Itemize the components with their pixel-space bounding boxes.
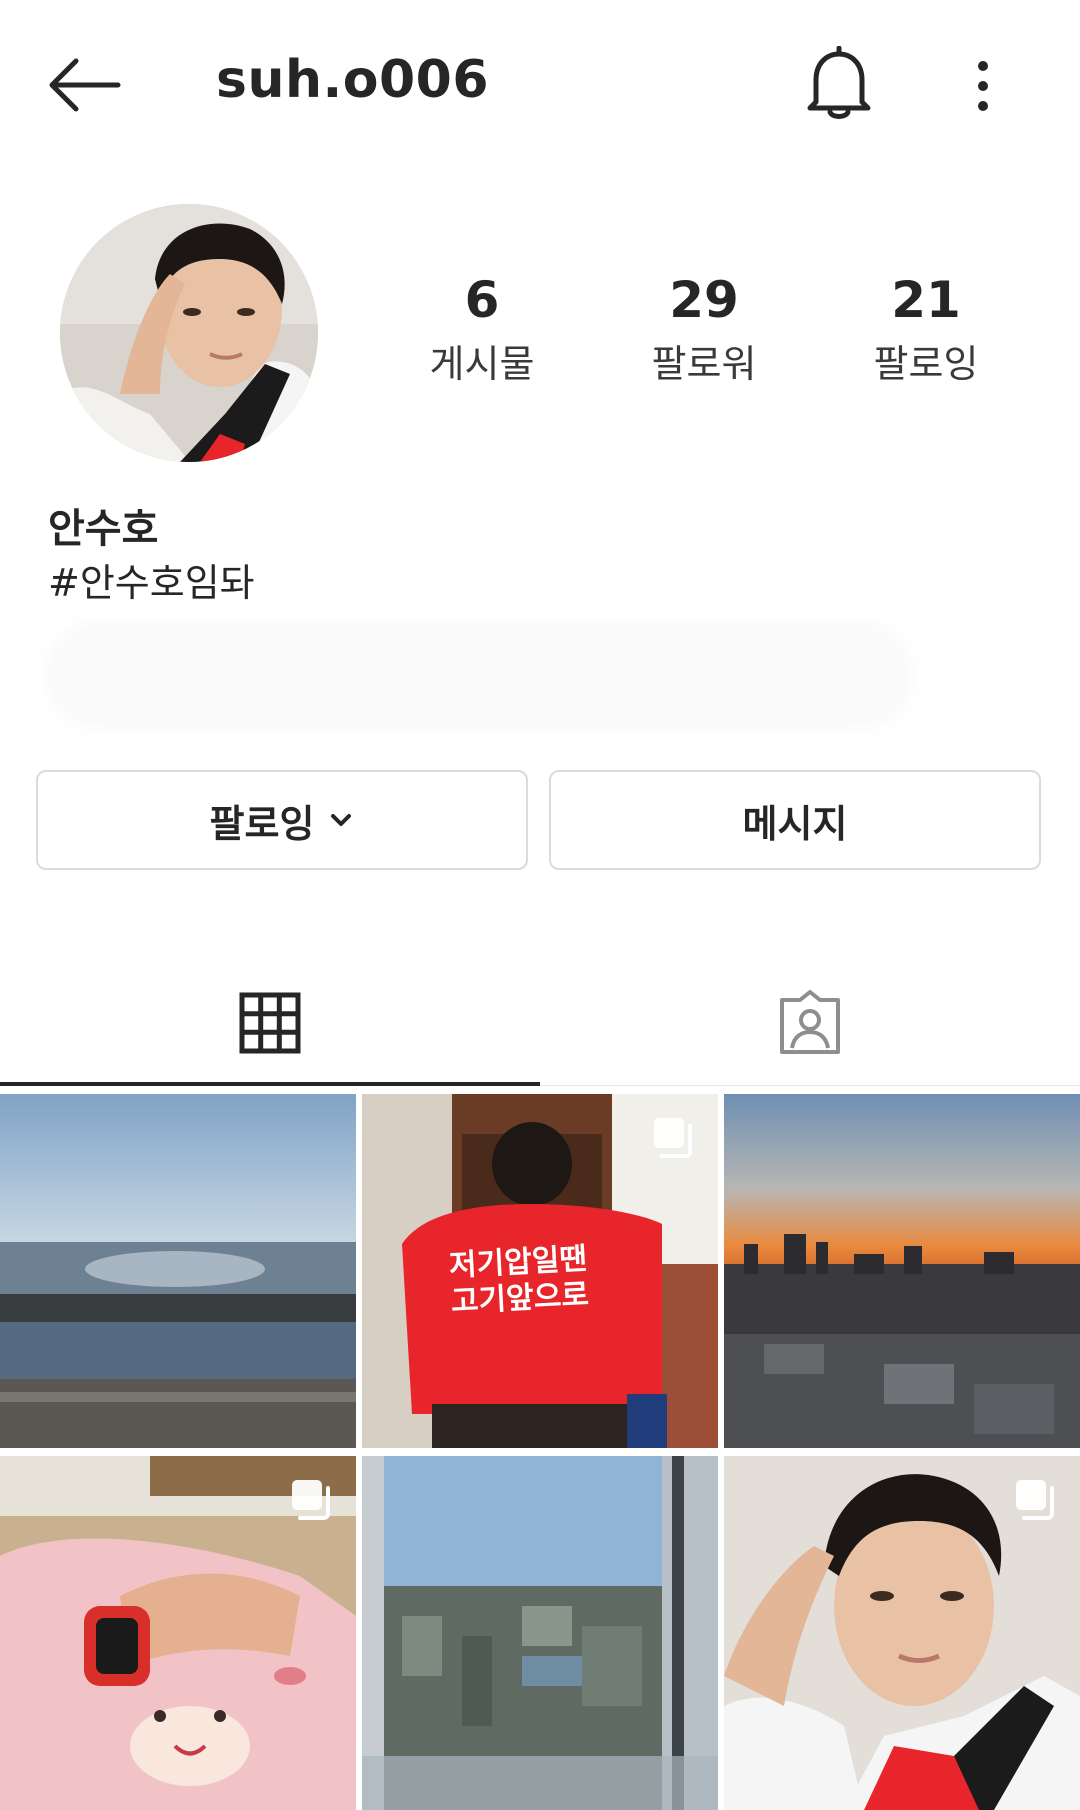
post-image [362, 1456, 718, 1810]
following-button[interactable]: 팔로잉 [36, 770, 528, 870]
avatar-photo [60, 204, 318, 462]
post-thumbnail[interactable] [362, 1456, 718, 1810]
following-label: 팔로잉 [873, 342, 979, 386]
arrow-left-icon [49, 58, 121, 112]
page-title: suh.o006 [216, 50, 490, 110]
following-count: 21 [891, 271, 961, 329]
stat-followers[interactable]: 29 팔로워 [594, 270, 814, 394]
active-tab-indicator [0, 1082, 540, 1086]
tab-posts-grid[interactable] [0, 960, 540, 1086]
message-button-label: 메시지 [742, 801, 848, 846]
followers-label: 팔로워 [651, 342, 757, 386]
followers-count: 29 [669, 271, 739, 329]
shirt-print-text: 저기압일땐 고기앞으로 [448, 1241, 590, 1320]
profile-header: suh.o006 [0, 0, 1080, 170]
chevron-down-icon [331, 814, 352, 826]
tab-tagged[interactable] [540, 960, 1080, 1086]
bio-redacted [44, 620, 914, 730]
posts-count: 6 [464, 271, 500, 329]
post-image [0, 1094, 356, 1448]
carousel-icon [654, 1118, 692, 1158]
post-thumbnail[interactable]: 저기압일땐 고기앞으로 [362, 1094, 718, 1448]
posts-label: 게시물 [429, 342, 535, 386]
stat-following[interactable]: 21 팔로잉 [816, 270, 1036, 394]
post-thumbnail[interactable] [724, 1456, 1080, 1810]
post-image [724, 1094, 1080, 1448]
bio-text: #안수호임돠 [48, 561, 255, 605]
grid-icon [239, 992, 301, 1054]
back-button[interactable] [46, 55, 122, 115]
more-options-button[interactable] [968, 56, 998, 116]
tagged-icon [780, 990, 840, 1054]
full-name: 안수호 [48, 506, 159, 552]
post-thumbnail[interactable] [724, 1094, 1080, 1448]
following-button-label: 팔로잉 [209, 801, 315, 846]
bell-icon [807, 45, 871, 119]
profile-stats: 6 게시물 29 팔로워 21 팔로잉 [372, 270, 1072, 400]
posts-grid: 저기압일땐 고기앞으로 [0, 1094, 1080, 1810]
carousel-icon [1016, 1480, 1054, 1520]
message-button[interactable]: 메시지 [549, 770, 1041, 870]
more-vertical-icon [978, 61, 988, 111]
notifications-button[interactable] [806, 45, 872, 120]
post-thumbnail[interactable] [0, 1094, 356, 1448]
avatar[interactable] [60, 204, 318, 462]
carousel-icon [292, 1480, 330, 1520]
post-thumbnail[interactable] [0, 1456, 356, 1810]
profile-tabs [0, 960, 1080, 1086]
stat-posts[interactable]: 6 게시물 [372, 270, 592, 394]
